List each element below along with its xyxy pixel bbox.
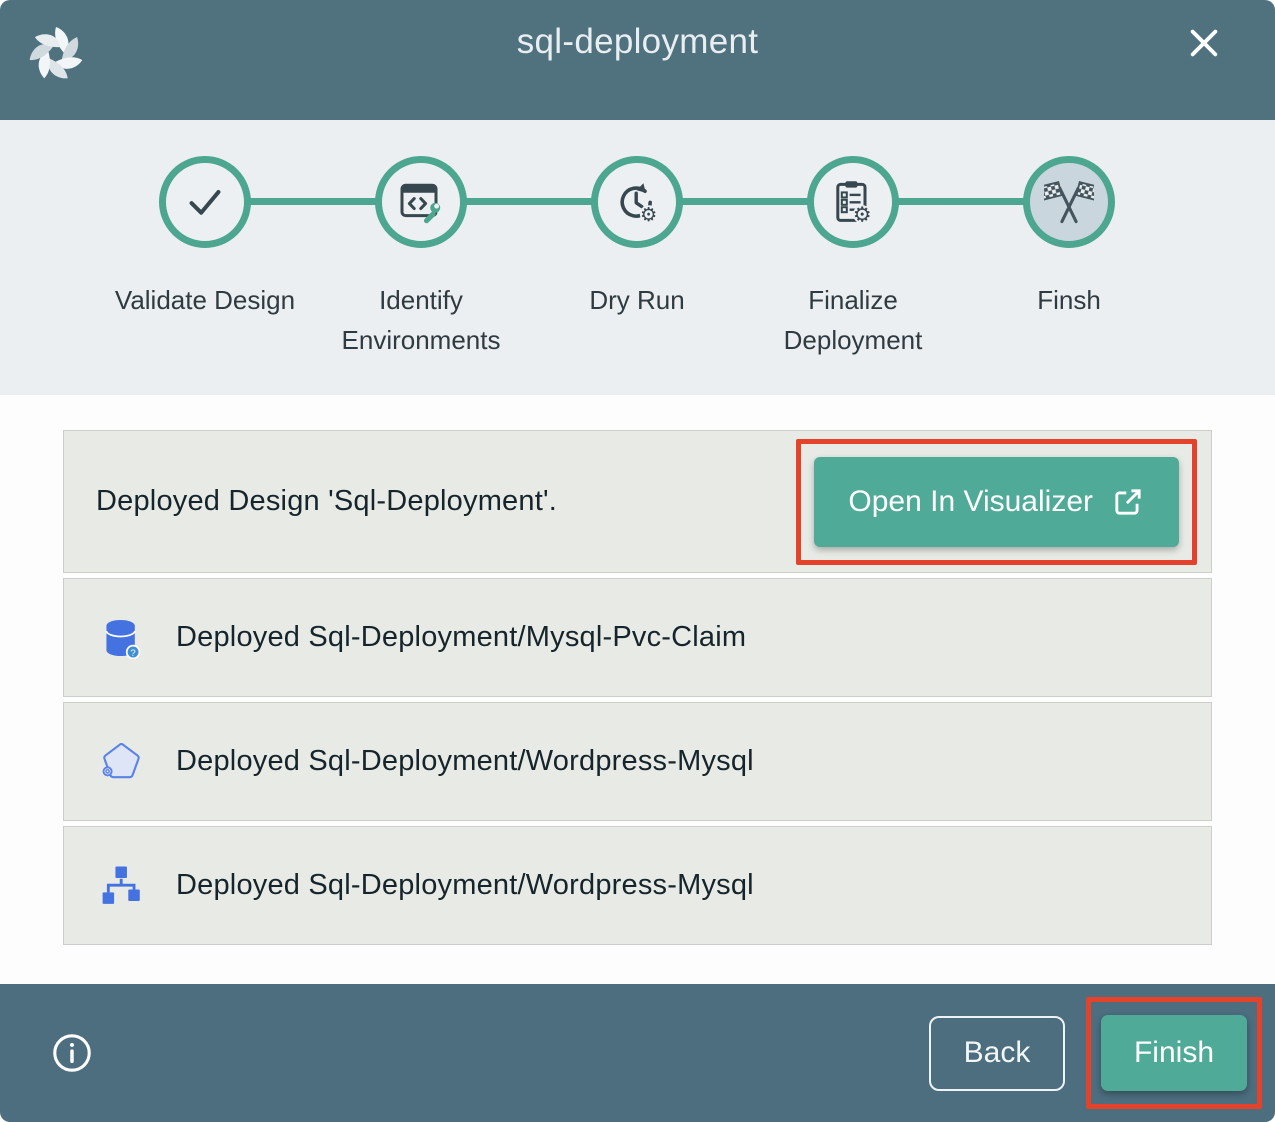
deployment-wizard-modal: sql-deployment Validate Design	[0, 0, 1275, 1122]
info-button[interactable]	[50, 1031, 94, 1075]
step-label: Identify Environments	[315, 280, 527, 360]
finish-button[interactable]: Finish	[1101, 1015, 1247, 1091]
service-pentagon-icon	[98, 739, 144, 785]
checkered-flags-icon	[1044, 177, 1094, 227]
step-finish: Finsh	[961, 156, 1177, 360]
annotation-open-in-visualizer: Open In Visualizer	[796, 439, 1197, 565]
modal-title: sql-deployment	[0, 22, 1275, 62]
design-result-row: Deployed Design 'Sql-Deployment'. Open I…	[63, 430, 1212, 573]
clipboard-gear-icon: ⚙	[829, 178, 877, 226]
svg-text:⚙: ⚙	[640, 203, 657, 226]
step-identify-environments: Identify Environments	[313, 156, 529, 360]
code-wrench-icon	[397, 178, 445, 226]
check-icon	[182, 179, 228, 225]
modal-header: sql-deployment	[0, 0, 1275, 120]
wrench-glyph	[423, 203, 440, 225]
result-row-deployment: Deployed Sql-Deployment/Wordpress-Mysql	[63, 826, 1212, 945]
step-label: Finsh	[1037, 280, 1101, 320]
sync-gear-icon: ⚙	[613, 178, 661, 226]
close-button[interactable]	[1181, 20, 1227, 66]
result-row-service: Deployed Sql-Deployment/Wordpress-Mysql	[63, 702, 1212, 821]
database-pvc-icon: ?	[98, 615, 144, 661]
design-result-message: Deployed Design 'Sql-Deployment'.	[96, 485, 557, 518]
info-icon	[50, 1031, 94, 1075]
step-validate-design: Validate Design	[97, 156, 313, 360]
step-dry-run: ⚙ Dry Run	[529, 156, 745, 360]
deployment-results: Deployed Design 'Sql-Deployment'. Open I…	[0, 395, 1275, 984]
stepper: Validate Design	[0, 120, 1275, 395]
svg-text:?: ?	[130, 647, 135, 658]
step-label: Dry Run	[589, 280, 684, 320]
svg-text:⚙: ⚙	[853, 203, 872, 226]
step-label: Validate Design	[115, 280, 295, 320]
step-label: Finalize Deployment	[747, 280, 959, 360]
step-finalize-deployment: ⚙ Finalize Deployment	[745, 156, 961, 360]
modal-footer: Back Finish	[0, 984, 1275, 1122]
result-row-pvc: ? Deployed Sql-Deployment/Mysql-Pvc-Clai…	[63, 578, 1212, 697]
open-in-visualizer-button[interactable]: Open In Visualizer	[814, 457, 1179, 547]
open-in-new-icon	[1111, 485, 1145, 519]
back-button[interactable]: Back	[929, 1016, 1065, 1091]
result-message: Deployed Sql-Deployment/Mysql-Pvc-Claim	[176, 621, 746, 654]
result-message: Deployed Sql-Deployment/Wordpress-Mysql	[176, 745, 754, 778]
close-icon	[1184, 23, 1224, 63]
result-message: Deployed Sql-Deployment/Wordpress-Mysql	[176, 869, 754, 902]
annotation-finish: Finish	[1086, 997, 1262, 1109]
deployment-tree-icon	[98, 863, 144, 909]
